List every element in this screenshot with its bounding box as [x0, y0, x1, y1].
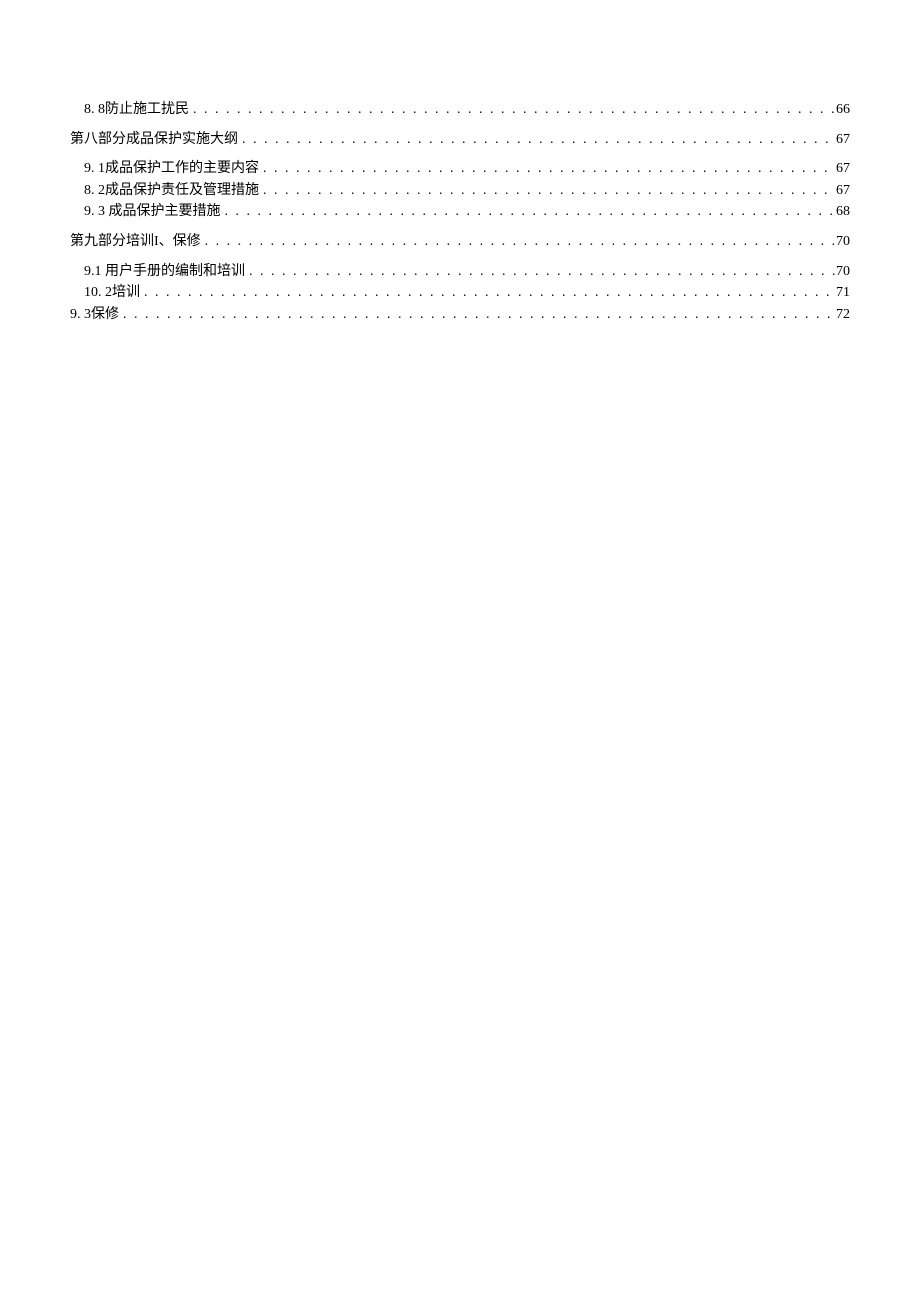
toc-leader-dots — [189, 100, 836, 120]
toc-leader-dots — [259, 181, 836, 201]
toc-entry: 10. 2培训 71 — [70, 283, 850, 303]
toc-page-number: 67 — [836, 181, 850, 201]
toc-section-entry: 第八部分成品保护实施大纲 67 — [70, 130, 850, 150]
toc-page-number: 71 — [836, 283, 850, 303]
toc-label: 第九部分培训I、保修 — [70, 232, 201, 252]
toc-leader-dots — [140, 283, 836, 303]
toc-entry: 8. 2成品保护责任及管理措施 67 — [70, 181, 850, 201]
toc-page-number: 66 — [836, 100, 850, 120]
toc-label: 10. 2培训 — [84, 283, 140, 303]
toc-label: 9.1 用户手册的编制和培训 — [84, 262, 245, 282]
toc-page-number: 70 — [836, 262, 850, 282]
toc-label: 8. 2成品保护责任及管理措施 — [84, 181, 259, 201]
toc-leader-dots — [259, 159, 836, 179]
toc-section-entry: 第九部分培训I、保修 70 — [70, 232, 850, 252]
toc-entry: 9.1 用户手册的编制和培训 70 — [70, 262, 850, 282]
toc-entry: 8. 8防止施工扰民 66 — [70, 100, 850, 120]
toc-page-number: 70 — [836, 232, 850, 252]
table-of-contents: 8. 8防止施工扰民 66 第八部分成品保护实施大纲 67 9. 1成品保护工作… — [70, 100, 850, 324]
toc-page-number: 68 — [836, 202, 850, 222]
toc-page-number: 67 — [836, 130, 850, 150]
toc-leader-dots — [238, 130, 836, 150]
toc-label: 第八部分成品保护实施大纲 — [70, 130, 238, 150]
toc-entry: 9. 3 成品保护主要措施 68 — [70, 202, 850, 222]
toc-leader-dots — [245, 262, 836, 282]
toc-label: 9. 3保修 — [70, 305, 119, 325]
toc-label: 8. 8防止施工扰民 — [84, 100, 189, 120]
toc-label: 9. 1成品保护工作的主要内容 — [84, 159, 259, 179]
toc-page-number: 67 — [836, 159, 850, 179]
toc-page-number: 72 — [836, 305, 850, 325]
toc-label: 9. 3 成品保护主要措施 — [84, 202, 221, 222]
toc-leader-dots — [201, 232, 836, 252]
toc-entry: 9. 3保修 72 — [70, 305, 850, 325]
toc-leader-dots — [119, 305, 836, 325]
toc-entry: 9. 1成品保护工作的主要内容 67 — [70, 159, 850, 179]
toc-leader-dots — [221, 202, 837, 222]
